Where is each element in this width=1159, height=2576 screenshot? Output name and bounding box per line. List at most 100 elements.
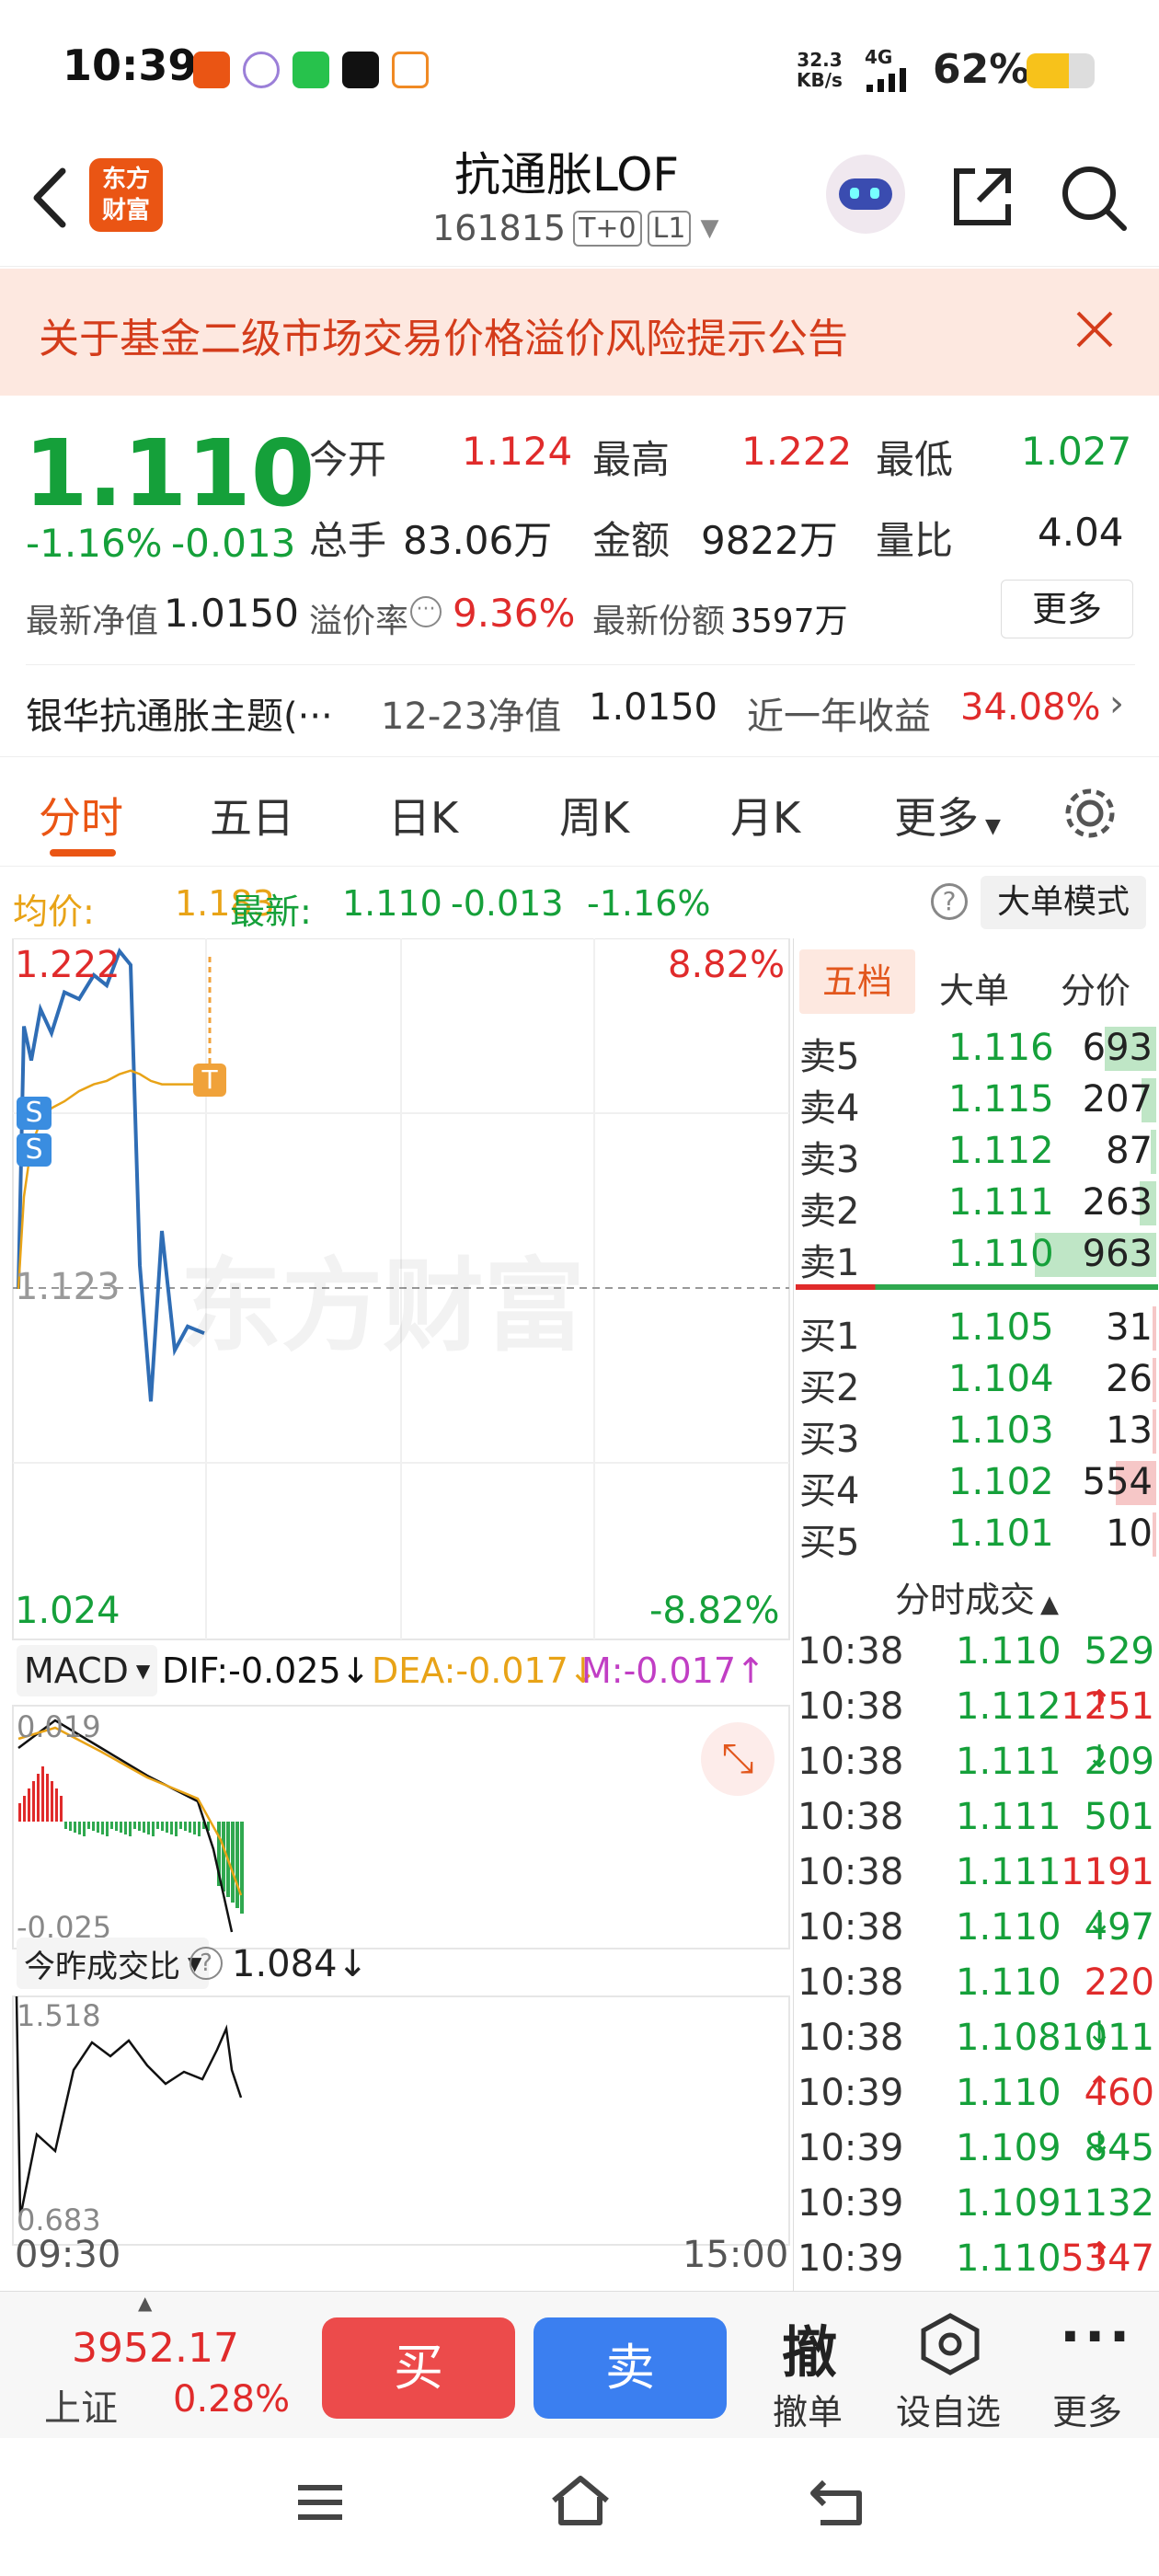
index-pct[interactable]: 0.28%	[173, 2378, 290, 2421]
volume-ratio-select[interactable]: 今昨成交比 ▼	[17, 1938, 210, 1989]
bid-row[interactable]: 买2 1.104 26	[794, 1354, 1159, 1409]
tab-daily-k[interactable]: 日K	[388, 785, 458, 845]
tick-time: 10:39	[798, 2127, 904, 2169]
tick-price: 1.109	[956, 2127, 1061, 2169]
tab-more[interactable]: 更多 ▼	[894, 785, 1001, 845]
macd-bar	[120, 1822, 122, 1833]
menu-icon[interactable]	[293, 2475, 348, 2530]
more-dots-icon[interactable]: ···	[1060, 2305, 1133, 2369]
year-return-label: 近一年收益	[747, 696, 931, 738]
close-icon[interactable]	[1074, 309, 1115, 350]
bid-row[interactable]: 买4 1.102 554	[794, 1457, 1159, 1512]
sell-marker-icon[interactable]: S	[17, 1133, 52, 1167]
intraday-chart[interactable]: 东方财富 1.222 8.82% 1.123 1.024 -8.82% S S …	[0, 938, 791, 2282]
ask-level: 卖5	[799, 1036, 860, 1078]
cancel-order-label[interactable]: 撤单	[773, 2384, 843, 2434]
macd-bar	[51, 1781, 53, 1822]
tab-monthly-k[interactable]: 月K	[730, 785, 800, 845]
home-icon[interactable]	[548, 2471, 613, 2532]
bid-volume: 31	[1106, 1306, 1153, 1349]
index-value[interactable]: 3952.17	[72, 2325, 239, 2372]
sell-button[interactable]: 卖	[534, 2317, 727, 2419]
sell-marker-icon[interactable]: S	[17, 1097, 52, 1130]
back-icon[interactable]	[28, 166, 74, 230]
chevron-up-icon[interactable]: ▲	[1040, 1591, 1059, 1618]
search-icon[interactable]	[1058, 162, 1131, 236]
macd-bar	[193, 1822, 196, 1834]
tab-intraday[interactable]: 分时	[39, 785, 123, 845]
intraday-summary-line: 均价: 1.183 最新: 1.110 -0.013 -1.16% ? 大单模式	[0, 868, 1159, 938]
ask-row[interactable]: 卖2 1.111 263	[794, 1178, 1159, 1233]
macd-bar	[18, 1803, 21, 1822]
share-icon[interactable]	[947, 162, 1017, 232]
more-button[interactable]: 更多	[1001, 580, 1133, 638]
expand-icon[interactable]: ⤡	[701, 1722, 775, 1796]
tab-weekly-k[interactable]: 周K	[559, 785, 629, 845]
macd-bar	[55, 1788, 58, 1822]
macd-bar	[23, 1796, 26, 1822]
book-tab-price-dist[interactable]: 分价	[1061, 962, 1130, 1013]
ask-volume: 693	[1082, 1027, 1153, 1069]
buy-button[interactable]: 买	[322, 2317, 515, 2419]
app-logo[interactable]: 东方 财富	[89, 158, 163, 232]
ask-volume: 87	[1106, 1130, 1153, 1172]
watchlist-icon[interactable]	[920, 2312, 981, 2376]
tick-price: 1.110	[956, 2072, 1061, 2114]
chevron-down-icon[interactable]: ▼	[700, 214, 718, 242]
fund-nav-value: 1.0150	[589, 686, 717, 729]
bid-row[interactable]: 买1 1.105 31	[794, 1303, 1159, 1358]
robot-assistant-icon[interactable]	[826, 155, 905, 234]
info-icon[interactable]: ···	[410, 596, 442, 627]
ticks-title: 分时成交 ▲	[895, 1571, 1059, 1622]
big-order-mode-button[interactable]: 大单模式	[981, 876, 1146, 929]
bid-level: 买5	[799, 1522, 860, 1564]
add-watchlist-label[interactable]: 设自选	[896, 2384, 1001, 2434]
chevron-up-icon[interactable]: ▲	[138, 2292, 152, 2314]
badge-l1: L1	[647, 210, 692, 247]
y-axis-low-pct: -8.82%	[649, 1590, 780, 1632]
fund-code-row: 161815 T+0 L1 ▼	[432, 208, 718, 248]
back-nav-icon[interactable]	[806, 2471, 870, 2532]
bid-volume: 13	[1106, 1409, 1153, 1452]
help-icon[interactable]: ?	[189, 1947, 223, 1980]
help-icon[interactable]: ?	[931, 883, 968, 920]
more-label[interactable]: 更多	[1052, 2384, 1122, 2434]
year-return-value: 34.08%	[960, 686, 1101, 729]
change-pct: -1.16%	[26, 521, 163, 566]
ask-row[interactable]: 卖5 1.116 693	[794, 1023, 1159, 1078]
battery-icon	[1027, 53, 1095, 88]
vr-top-value: 1.518	[17, 1998, 101, 2033]
macd-indicator-select[interactable]: MACD ▼	[17, 1645, 158, 1696]
low-value: 1.027	[1021, 429, 1132, 474]
ask-row[interactable]: 卖1 1.110 963	[794, 1229, 1159, 1284]
t-marker-icon[interactable]: T	[193, 1064, 226, 1097]
index-name[interactable]: 上证	[44, 2378, 118, 2432]
chevron-right-icon[interactable]: ›	[1109, 683, 1124, 725]
chart-watermark: 东方财富	[180, 1248, 585, 1365]
tick-volume: 1251	[1061, 1685, 1154, 1728]
bid-level: 买3	[799, 1419, 860, 1461]
fund-name[interactable]: 银华抗通胀主题(···	[26, 686, 333, 740]
y-axis-low: 1.024	[15, 1590, 120, 1632]
tick-price: 1.111	[956, 1741, 1061, 1783]
y-axis-mid: 1.123	[15, 1266, 120, 1308]
book-tab-five-level[interactable]: 五档	[799, 949, 915, 1014]
settings-icon[interactable]	[1061, 785, 1119, 842]
macd-bar	[101, 1822, 104, 1834]
book-tab-big-order[interactable]: 大单	[939, 962, 1009, 1013]
macd-bar	[170, 1822, 173, 1834]
latest-value: 1.110	[342, 883, 442, 924]
tab-five-day[interactable]: 五日	[210, 785, 294, 845]
risk-notice-banner[interactable]: 关于基金二级市场交易价格溢价风险提示公告	[0, 269, 1159, 396]
ask-row[interactable]: 卖4 1.115 207	[794, 1075, 1159, 1130]
shares-label: 最新份额	[592, 603, 726, 640]
bid-row[interactable]: 买3 1.103 13	[794, 1406, 1159, 1461]
ask-row[interactable]: 卖3 1.112 87	[794, 1126, 1159, 1181]
macd-bar	[64, 1822, 67, 1829]
tick-volume: 460	[1084, 2072, 1154, 2114]
cancel-order-icon[interactable]: 撤	[782, 2308, 837, 2388]
bid-row[interactable]: 买5 1.101 10	[794, 1509, 1159, 1564]
tiktok-icon	[342, 52, 379, 88]
premium-value: 9.36%	[453, 591, 576, 636]
status-bar: 10:39 32.3 KB/s 4G 62%	[0, 0, 1159, 138]
